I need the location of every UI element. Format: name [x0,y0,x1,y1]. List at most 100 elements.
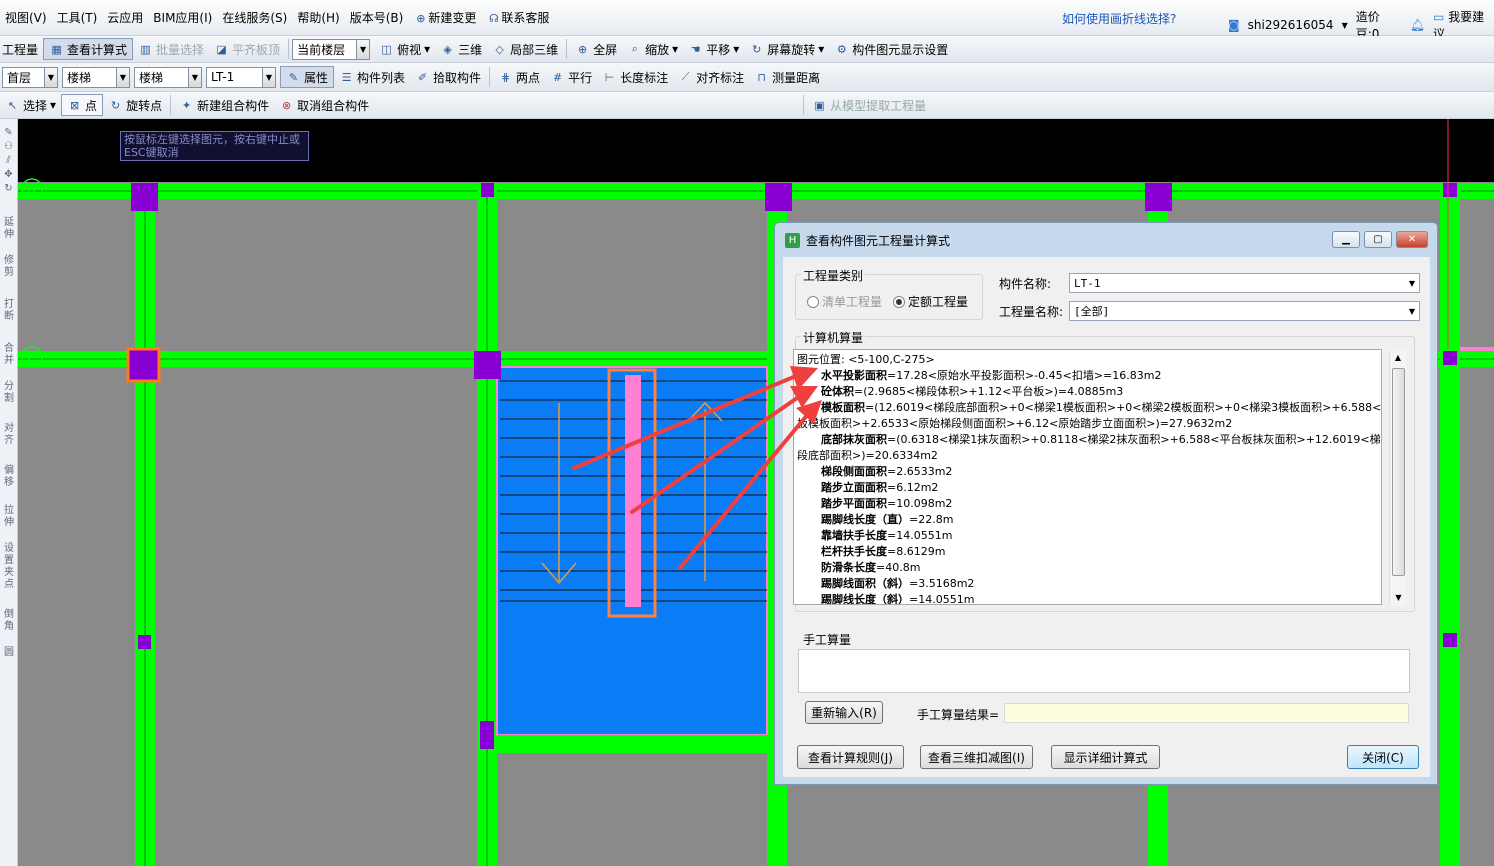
menu-support[interactable]: ☊ 联系客服 [481,9,554,26]
measure-distance-button[interactable]: ⊓ 测量距离 [749,66,825,88]
calc-textbox[interactable]: 图元位置: <5-100,C-275> 水平投影面积=17.28<原始水平投影面… [793,349,1382,605]
menu-online[interactable]: 在线服务(S) [217,9,292,26]
point-button[interactable]: ⊠ 点 [61,94,104,116]
manual-label: 手工算量 [801,631,854,648]
pan-button[interactable]: ☚ 平移 ▾ [683,38,744,60]
qty-name-combo[interactable]: [全部] ▼ [1069,301,1420,321]
edit-icon[interactable]: ✎ [0,127,17,139]
chevron-down-icon: ▼ [44,67,57,87]
two-point-icon: ⋕ [500,70,511,84]
calc-line: 踢脚线长度（斜）=14.0551m [821,593,975,605]
tool-circle[interactable]: 圆 [3,647,15,659]
bell-icon[interactable]: 🔔︎ [1410,18,1425,32]
calc-line-wrap: 段底部面积>)=20.6334m2 [797,449,938,462]
rotate-point-button[interactable]: ↻ 旋转点 [103,94,167,116]
top-view-button[interactable]: ◫ 俯视 ▾ [374,38,435,60]
view-3d-deduction-button[interactable]: 查看三维扣减图(I) [920,745,1033,769]
calc-line: 图元位置: <5-100,C-275> [797,353,935,366]
menu-tools[interactable]: 工具(T) [52,9,103,26]
tool-offset[interactable]: 偏移 [3,465,15,489]
fullscreen-button[interactable]: ⊕ 全屏 [570,38,622,60]
menu-view[interactable]: 视图(V) [0,9,52,26]
chevron-down-icon: ▼ [1408,278,1416,288]
toolbar-3: ↖ 选择 ▾ ⊠ 点 ↻ 旋转点 ✦ 新建组合构件 ⊗ 取消组合构件 ▣ 从模型提取工程量 [0,92,1494,119]
axis-label-d: D [27,182,36,196]
menu-version[interactable]: 版本号(B) [345,9,409,26]
select-button[interactable]: ↖ 选择 ▾ [0,94,61,116]
zoom-button[interactable]: ⌕ 缩放 ▾ [622,38,683,60]
chevron-down-icon: ▼ [116,67,129,87]
floor-select[interactable]: 首层 ▼ [2,66,58,88]
calc-line-wrap: 板模板面积>+2.6533<原始梯段侧面面积>+6.12<原始踏步立面面积>)=… [797,417,1233,430]
properties-button[interactable]: ✎ 属性 [280,66,335,88]
headset-icon: ☊ [488,12,499,25]
tool-chamfer[interactable]: 倒角 [3,609,15,633]
floor-combo[interactable]: 当前楼层 ▼ [292,38,371,60]
tool-trim[interactable]: 修剪 [3,255,15,279]
minimize-button[interactable]: ▁ [1332,231,1360,248]
two-point-button[interactable]: ⋕ 两点 [493,66,545,88]
username[interactable]: shi292616054 [1248,18,1334,32]
close-button[interactable]: 关闭(C) [1347,745,1419,769]
list-icon: ☰ [341,70,352,84]
parallel-button[interactable]: # 平行 [545,66,597,88]
toolbar-2: 首层 ▼ 楼梯 ▼ 楼梯 ▼ LT-1 ▼ ✎ 属性 ☰ 构件列表 ✐ 拾取构件 ⋕ 两点 # 平… [0,63,1494,92]
component-list-button[interactable]: ☰ 构件列表 [334,66,410,88]
align-slab-top-button[interactable]: ◪ 平齐板顶 [209,38,285,60]
scroll-up-icon[interactable]: ▲ [1390,353,1406,362]
move-icon[interactable]: ✥ [0,169,17,181]
component-select[interactable]: LT-1 ▼ [206,66,276,88]
view-rule-button[interactable]: 查看计算规则(J) [797,745,904,769]
view-formula-button[interactable]: ▦ 查看计算式 [43,38,134,60]
align-slab-icon: ◪ [216,42,227,56]
tool-split[interactable]: 分割 [3,381,15,405]
help-link[interactable]: 如何使用画折线选择? [1062,10,1176,27]
mirror-icon[interactable]: ⫽ [0,155,17,167]
menu-cloud[interactable]: 云应用 [102,9,148,26]
cancel-group-button[interactable]: ⊗ 取消组合构件 [274,94,374,116]
comp-name-combo[interactable]: LT-1 ▼ [1069,273,1420,293]
extract-quantity-button[interactable]: ▣ 从模型提取工程量 [807,94,931,116]
type-select[interactable]: 楼梯 ▼ [134,66,202,88]
local-3d-button[interactable]: ◇ 局部三维 [487,38,563,60]
close-window-button[interactable]: ✕ [1396,231,1428,248]
reenter-button[interactable]: 重新输入(R) [805,701,883,724]
chevron-down-icon: ▼ [1341,20,1348,30]
tool-stretch[interactable]: 拉伸 [3,505,15,529]
quantity-button[interactable]: 工程量 [0,38,43,60]
category-select[interactable]: 楼梯 ▼ [62,66,130,88]
menu-new-change[interactable]: ⊕ 新建变更 [408,9,481,26]
maximize-button[interactable]: ▢ [1364,231,1392,248]
tool-extend[interactable]: 延伸 [3,217,15,241]
align-dim-button[interactable]: ⟋ 对齐标注 [673,66,749,88]
3d-button[interactable]: ◈ 三维 [435,38,487,60]
menu-bim[interactable]: BIM应用(I) [148,9,217,26]
menu-help[interactable]: 帮助(H) [292,9,344,26]
tool-merge[interactable]: 合并 [3,343,15,367]
calc-scrollbar[interactable]: ▲ ▼ [1389,350,1406,605]
tool-break[interactable]: 打断 [3,299,15,323]
scroll-thumb[interactable] [1392,368,1405,576]
link-icon[interactable]: ⚇ [0,141,17,153]
comp-name-label: 构件名称: [999,277,1052,291]
rotate-icon[interactable]: ↻ [0,183,17,195]
new-group-icon: ✦ [181,98,192,112]
scroll-down-icon[interactable]: ▼ [1390,593,1407,602]
calc-line: 底部抹灰面积=(0.6318<梯梁1抹灰面积>+0.8118<梯梁2抹灰面积>+… [821,433,1381,446]
align-dim-icon: ⟋ [681,70,690,83]
new-group-button[interactable]: ✦ 新建组合构件 [174,94,274,116]
show-detail-button[interactable]: 显示详细计算式 [1051,745,1160,769]
tool-grip[interactable]: 设置夹点 [3,543,15,591]
pick-component-button[interactable]: ✐ 拾取构件 [410,66,486,88]
manual-input[interactable] [798,649,1410,693]
parallel-icon: # [552,70,563,84]
batch-select-button[interactable]: ▥ 批量选择 [133,38,209,60]
length-dim-button[interactable]: ⊢ 长度标注 [597,66,673,88]
display-settings-button[interactable]: ⚙ 构件图元显示设置 [829,38,953,60]
tool-align[interactable]: 对齐 [3,423,15,447]
radio-bill-qty[interactable]: 清单工程量 [807,293,882,310]
radio-quota-qty[interactable]: 定额工程量 [893,293,968,310]
rotate-screen-button[interactable]: ↻ 屏幕旋转 ▾ [744,38,829,60]
calc-line: 栏杆扶手长度=8.6129m [821,545,946,558]
rotate-icon: ↻ [752,42,762,56]
